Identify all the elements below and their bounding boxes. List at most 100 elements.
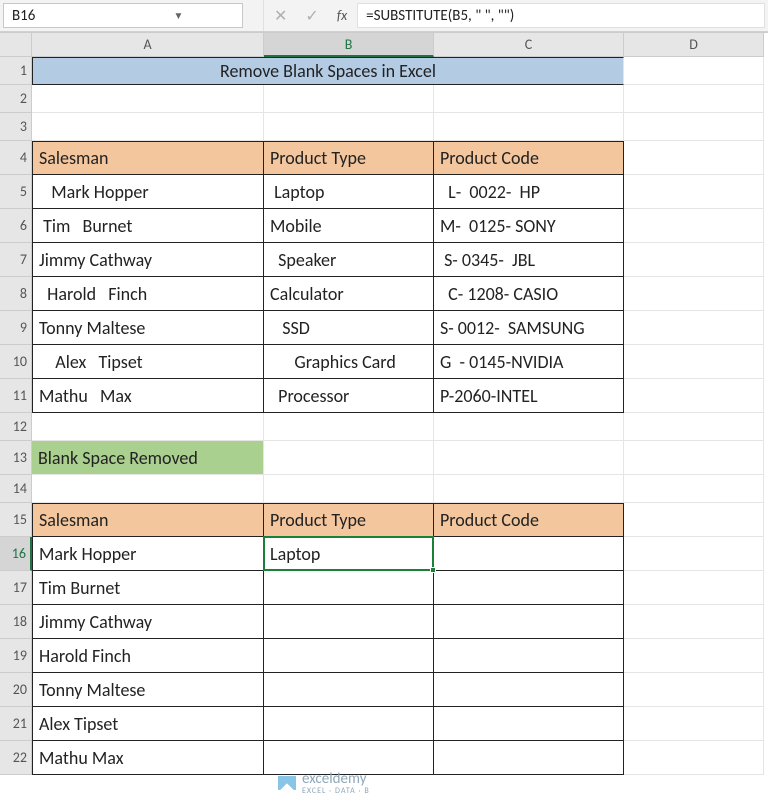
- column-header-B[interactable]: B: [264, 33, 434, 57]
- cell-C10[interactable]: G - 0145-NVIDIA: [434, 345, 624, 379]
- cell-C5[interactable]: L- 0022- HP: [434, 175, 624, 209]
- cell-C15[interactable]: Product Code: [434, 503, 624, 537]
- cell-A10[interactable]: Alex Tipset: [32, 345, 264, 379]
- row-header-17[interactable]: 17: [0, 571, 32, 605]
- cell-C16[interactable]: [434, 537, 624, 571]
- row-header-22[interactable]: 22: [0, 741, 32, 775]
- row-header-8[interactable]: 8: [0, 277, 32, 311]
- cell-A12[interactable]: [32, 413, 264, 441]
- cell-C20[interactable]: [434, 673, 624, 707]
- row-header-15[interactable]: 15: [0, 503, 32, 537]
- cell-D17[interactable]: [624, 571, 764, 605]
- name-box-dropdown-icon[interactable]: ▼: [123, 9, 234, 22]
- cell-D12[interactable]: [624, 413, 764, 441]
- cell-D21[interactable]: [624, 707, 764, 741]
- cell-D6[interactable]: [624, 209, 764, 243]
- cell-B9[interactable]: SSD: [264, 311, 434, 345]
- cell-D1[interactable]: [624, 57, 764, 85]
- fx-icon[interactable]: fx: [337, 7, 347, 24]
- cell-B13[interactable]: [264, 441, 434, 475]
- cell-B20[interactable]: [264, 673, 434, 707]
- cell-B12[interactable]: [264, 413, 434, 441]
- cell-A4[interactable]: Salesman: [32, 141, 264, 175]
- cell-A22[interactable]: Mathu Max: [32, 741, 264, 775]
- cell-A3[interactable]: [32, 113, 264, 141]
- cell-D16[interactable]: [624, 537, 764, 571]
- row-header-3[interactable]: 3: [0, 113, 32, 141]
- row-header-21[interactable]: 21: [0, 707, 32, 741]
- cell-C9[interactable]: S- 0012- SAMSUNG: [434, 311, 624, 345]
- cell-D20[interactable]: [624, 673, 764, 707]
- row-header-7[interactable]: 7: [0, 243, 32, 277]
- section-label[interactable]: Blank Space Removed: [32, 441, 264, 475]
- row-header-1[interactable]: 1: [0, 57, 32, 85]
- cell-C21[interactable]: [434, 707, 624, 741]
- cell-C17[interactable]: [434, 571, 624, 605]
- cell-B6[interactable]: Mobile: [264, 209, 434, 243]
- column-header-D[interactable]: D: [624, 33, 764, 57]
- cell-B22[interactable]: [264, 741, 434, 775]
- row-header-19[interactable]: 19: [0, 639, 32, 673]
- row-header-9[interactable]: 9: [0, 311, 32, 345]
- row-header-4[interactable]: 4: [0, 141, 32, 175]
- cell-C12[interactable]: [434, 413, 624, 441]
- cell-C18[interactable]: [434, 605, 624, 639]
- cell-D11[interactable]: [624, 379, 764, 413]
- cell-C3[interactable]: [434, 113, 624, 141]
- cell-C6[interactable]: M- 0125- SONY: [434, 209, 624, 243]
- cell-B10[interactable]: Graphics Card: [264, 345, 434, 379]
- cell-A16[interactable]: Mark Hopper: [32, 537, 264, 571]
- cell-D19[interactable]: [624, 639, 764, 673]
- row-header-6[interactable]: 6: [0, 209, 32, 243]
- cell-D13[interactable]: [624, 441, 764, 475]
- cell-B15[interactable]: Product Type: [264, 503, 434, 537]
- cell-B21[interactable]: [264, 707, 434, 741]
- cell-B19[interactable]: [264, 639, 434, 673]
- cell-A5[interactable]: Mark Hopper: [32, 175, 264, 209]
- cell-D2[interactable]: [624, 85, 764, 113]
- row-header-12[interactable]: 12: [0, 413, 32, 441]
- cell-C2[interactable]: [434, 85, 624, 113]
- cell-C8[interactable]: C- 1208- CASIO: [434, 277, 624, 311]
- cell-D3[interactable]: [624, 113, 764, 141]
- cell-D8[interactable]: [624, 277, 764, 311]
- cell-A11[interactable]: Mathu Max: [32, 379, 264, 413]
- cancel-icon[interactable]: ✕: [274, 6, 287, 26]
- row-header-2[interactable]: 2: [0, 85, 32, 113]
- formula-input[interactable]: =SUBSTITUTE(B5, " ", ""): [357, 3, 765, 28]
- cell-B2[interactable]: [264, 85, 434, 113]
- row-header-13[interactable]: 13: [0, 441, 32, 475]
- cell-A8[interactable]: Harold Finch: [32, 277, 264, 311]
- cell-C14[interactable]: [434, 475, 624, 503]
- row-header-16[interactable]: 16: [0, 537, 32, 571]
- enter-icon[interactable]: ✓: [305, 6, 318, 26]
- column-header-C[interactable]: C: [434, 33, 624, 57]
- title-cell[interactable]: Remove Blank Spaces in Excel: [32, 57, 624, 85]
- cell-D15[interactable]: [624, 503, 764, 537]
- cell-A6[interactable]: Tim Burnet: [32, 209, 264, 243]
- row-header-18[interactable]: 18: [0, 605, 32, 639]
- cell-D5[interactable]: [624, 175, 764, 209]
- row-header-20[interactable]: 20: [0, 673, 32, 707]
- cell-B11[interactable]: Processor: [264, 379, 434, 413]
- column-header-A[interactable]: A: [32, 33, 264, 57]
- row-header-11[interactable]: 11: [0, 379, 32, 413]
- cell-C4[interactable]: Product Code: [434, 141, 624, 175]
- cell-A15[interactable]: Salesman: [32, 503, 264, 537]
- cell-D22[interactable]: [624, 741, 764, 775]
- cell-D18[interactable]: [624, 605, 764, 639]
- cell-C11[interactable]: P-2060-INTEL: [434, 379, 624, 413]
- cell-C7[interactable]: S- 0345- JBL: [434, 243, 624, 277]
- cell-B4[interactable]: Product Type: [264, 141, 434, 175]
- cell-C22[interactable]: [434, 741, 624, 775]
- cell-A14[interactable]: [32, 475, 264, 503]
- cell-B5[interactable]: Laptop: [264, 175, 434, 209]
- cell-A2[interactable]: [32, 85, 264, 113]
- row-header-14[interactable]: 14: [0, 475, 32, 503]
- cell-B18[interactable]: [264, 605, 434, 639]
- fill-handle[interactable]: [430, 567, 436, 573]
- cell-D9[interactable]: [624, 311, 764, 345]
- name-box[interactable]: B16 ▼: [3, 3, 243, 28]
- cell-B16[interactable]: Laptop: [264, 537, 434, 571]
- row-header-10[interactable]: 10: [0, 345, 32, 379]
